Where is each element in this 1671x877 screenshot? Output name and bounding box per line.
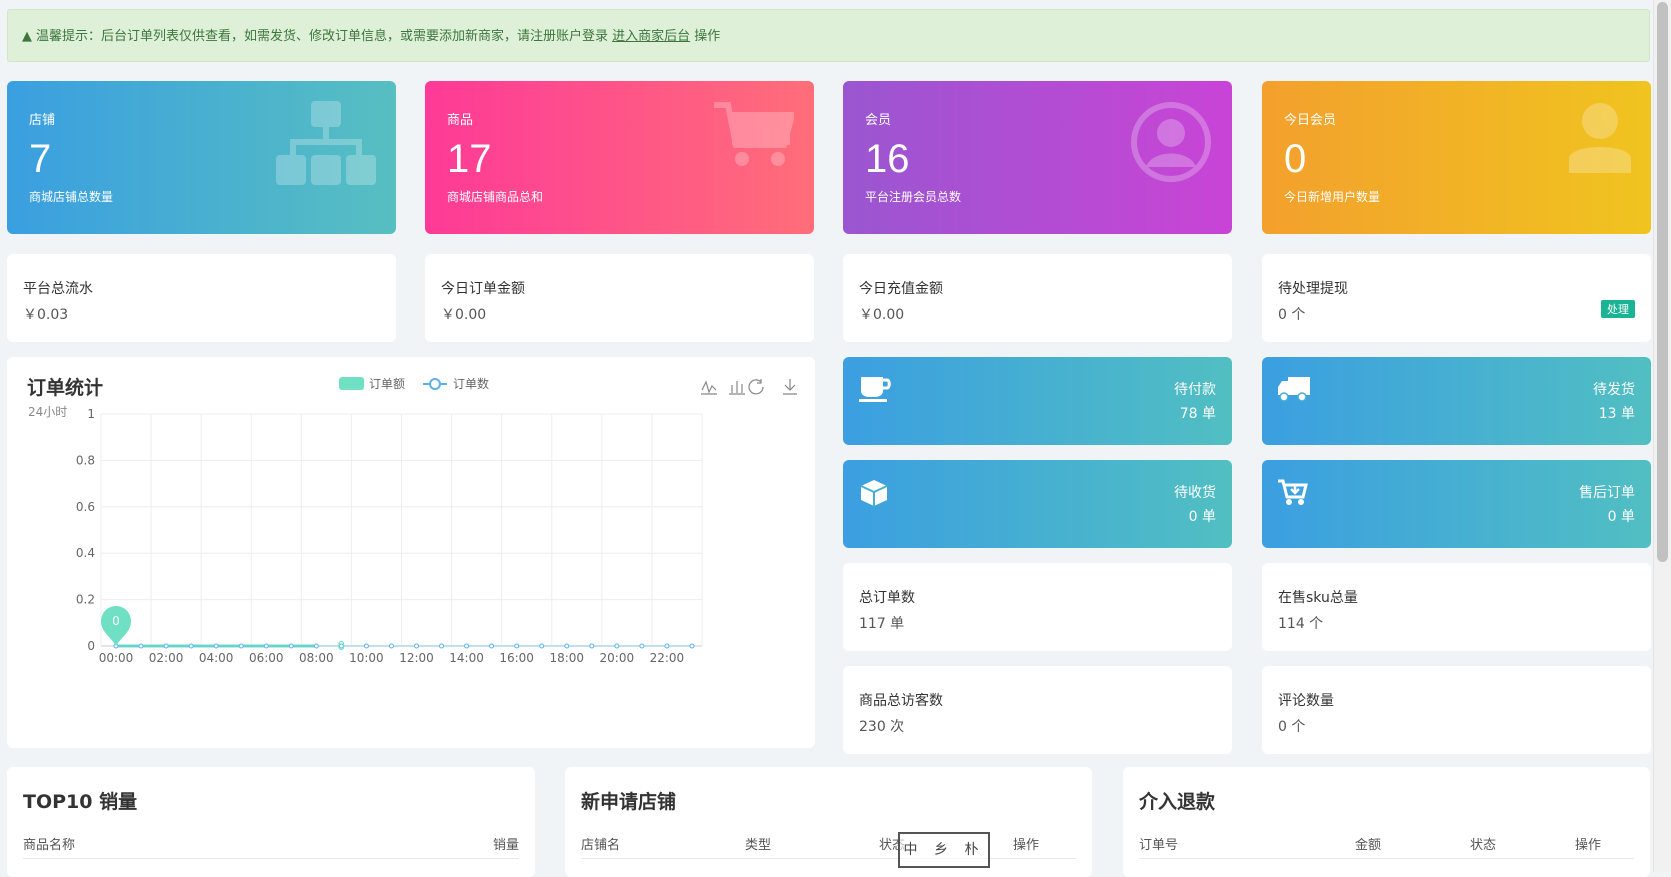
money-card-today-orders: 今日订单金额 ￥0.00 — [425, 254, 814, 342]
visitor-total-card: 商品总访客数 230 次 — [843, 666, 1232, 754]
refund-intervention-panel: 介入退款 订单号 金额 状态 操作 — [1123, 767, 1650, 877]
merchant-backend-link[interactable]: 进入商家后台 — [612, 29, 690, 44]
x-tick-label: 18:00 — [549, 651, 584, 665]
data-point-count — [388, 643, 394, 649]
y-tick-label: 0.2 — [76, 593, 95, 607]
data-point-count — [138, 643, 144, 649]
box-icon — [860, 480, 888, 506]
truck-icon — [1278, 377, 1310, 402]
table-header: 订单号 金额 状态 操作 — [1139, 834, 1634, 859]
stat-card-products: 商品 17 商城店铺商品总和 — [425, 81, 814, 234]
y-tick-label: 1 — [87, 407, 95, 421]
stamp-seal: 中 乡 朴 — [898, 832, 990, 868]
x-tick-label: 08:00 — [299, 651, 334, 665]
chart-x-axis: 00:00 02:00 04:00 06:00 08:00 10:00 12:00 14:00… — [99, 651, 685, 665]
y-tick-label: 0.6 — [76, 500, 95, 514]
legend-swatch-amount — [339, 377, 364, 390]
money-card-total-flow: 平台总流水 ￥0.03 — [7, 254, 396, 342]
x-tick-label: 14:00 — [449, 651, 484, 665]
money-card-today-recharge: 今日充值金额 ￥0.00 — [843, 254, 1232, 342]
legend-label-amount: 订单额 — [369, 377, 405, 391]
money-card-pending-withdraw: 待处理提现 0 个 处理 — [1262, 254, 1651, 342]
table-header: 商品名称 销量 — [23, 834, 519, 859]
legend-dot-count — [429, 378, 441, 390]
x-tick-label: 04:00 — [199, 651, 234, 665]
y-tick-label: 0.8 — [76, 453, 95, 467]
data-point-count — [414, 643, 419, 649]
x-tick-label: 20:00 — [600, 651, 635, 665]
stat-card-members: 会员 16 平台注册会员总数 — [843, 81, 1232, 234]
chart-y-axis: 0 0.2 0.4 0.6 0.8 1 — [76, 407, 95, 653]
data-point-count — [288, 643, 294, 649]
data-point-count — [163, 643, 169, 649]
scrollbar-thumb[interactable] — [1657, 2, 1668, 562]
data-point-count — [614, 643, 620, 649]
download-icon[interactable] — [783, 379, 797, 395]
data-point-count — [664, 643, 670, 649]
order-chart-card: 订单统计 24小时 订单额 订单数 0 0.2 0.4 0.6 0.8 1 00:00 02… — [7, 357, 815, 748]
stat-card-today-members: 今日会员 0 今日新增用户数量 — [1262, 81, 1651, 234]
x-tick-label: 02:00 — [149, 651, 184, 665]
panel-title: 新申请店铺 — [581, 791, 677, 813]
sitemap-icon — [276, 101, 376, 185]
chart-legend[interactable]: 订单额 订单数 — [339, 376, 489, 391]
order-card-pending-payment[interactable]: 待付款 78 单 — [843, 357, 1232, 445]
data-point-count — [564, 643, 570, 649]
bar-chart-icon[interactable] — [729, 381, 745, 395]
stat-card-stores: 店铺 7 商城店铺总数量 — [7, 81, 396, 234]
user-circle-icon — [1131, 102, 1211, 182]
line-chart-icon[interactable] — [701, 380, 717, 395]
cart-icon — [714, 102, 794, 166]
x-tick-label: 16:00 — [499, 651, 534, 665]
y-tick-label: 0 — [87, 639, 95, 653]
x-tick-label: 22:00 — [650, 651, 685, 665]
notice-bar: ▲ 温馨提示：后台订单列表仅供查看，如需发货、修改订单信息，或需要添加新商家，请注… — [7, 9, 1650, 62]
data-point-count — [439, 643, 445, 649]
data-point-count — [263, 643, 269, 649]
chart-grid — [100, 413, 703, 647]
y-tick-label: 0.4 — [76, 546, 95, 560]
data-point-count — [363, 643, 369, 649]
data-point-count — [213, 643, 219, 649]
data-point-count — [639, 643, 645, 649]
data-point-count — [238, 643, 244, 649]
data-point-count — [514, 643, 520, 649]
warning-icon: ▲ — [22, 29, 32, 44]
data-point-count — [188, 643, 194, 649]
data-point-count — [589, 643, 595, 649]
cart-arrow-icon — [1278, 479, 1308, 505]
legend-label-count: 订单数 — [453, 376, 489, 391]
data-point-count — [489, 643, 495, 649]
data-point-count — [464, 643, 470, 649]
process-button[interactable]: 处理 — [1601, 300, 1635, 318]
new-store-panel: 新申请店铺 店铺名 类型 状态 操作 — [565, 767, 1092, 877]
table-header: 店铺名 类型 状态 操作 — [581, 834, 1076, 859]
data-point-count — [539, 643, 545, 649]
x-tick-label: 12:00 — [399, 651, 434, 665]
chart-series: 00 — [101, 606, 695, 653]
x-tick-label: 06:00 — [249, 651, 284, 665]
coffee-icon — [859, 377, 891, 402]
data-point-count — [313, 643, 319, 649]
panel-title: 介入退款 — [1139, 791, 1216, 813]
x-tick-label: 10:00 — [349, 651, 384, 665]
data-point-count — [689, 643, 695, 649]
order-card-after-sale[interactable]: 售后订单 0 单 — [1262, 460, 1651, 548]
order-chart: 订单额 订单数 0 0.2 0.4 0.6 0.8 1 00:00 02:00 04:00 06… — [76, 376, 797, 665]
refresh-icon[interactable] — [748, 379, 764, 395]
order-card-pending-receipt[interactable]: 待收货 0 单 — [843, 460, 1232, 548]
end-value-label: 0 — [338, 639, 346, 653]
user-icon — [1569, 103, 1631, 173]
review-count-card: 评论数量 0 个 — [1262, 666, 1651, 754]
sku-total-card: 在售sku总量 114 个 — [1262, 563, 1651, 651]
x-tick-label: 00:00 — [99, 651, 134, 665]
chart-toolbox — [701, 379, 797, 395]
max-value-label: 0 — [112, 614, 120, 628]
total-orders-card: 总订单数 117 单 — [843, 563, 1232, 651]
top10-sales-panel: TOP10 销量 商品名称 销量 — [7, 767, 535, 877]
order-card-pending-shipment[interactable]: 待发货 13 单 — [1262, 357, 1651, 445]
panel-title: TOP10 销量 — [23, 791, 138, 813]
